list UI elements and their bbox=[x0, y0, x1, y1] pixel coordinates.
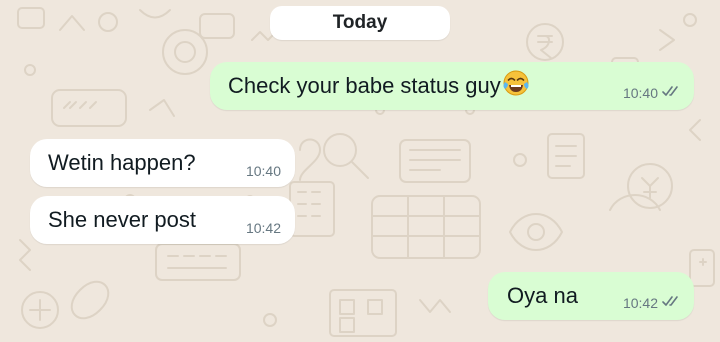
message-time: 10:42 bbox=[622, 295, 658, 311]
message-bubble-incoming[interactable]: She never post 10:42 bbox=[30, 196, 295, 244]
double-check-icon bbox=[662, 84, 680, 102]
message-time: 10:40 bbox=[622, 85, 658, 101]
message-text: Check your babe status guy bbox=[228, 73, 501, 98]
face-with-tears-of-joy-icon bbox=[503, 70, 529, 96]
message-meta: 10:40 bbox=[246, 163, 281, 179]
message-time: 10:40 bbox=[245, 163, 281, 179]
message-bubble-outgoing[interactable]: Check your babe status guy 10:40 bbox=[210, 62, 694, 110]
message-meta: 10:40 bbox=[623, 84, 680, 102]
message-text: Wetin happen? bbox=[48, 150, 196, 175]
chat-area[interactable]: Today Check your babe status guy 10:40 W… bbox=[0, 0, 720, 342]
message-meta: 10:42 bbox=[246, 220, 281, 236]
message-text: Oya na bbox=[507, 283, 578, 308]
message-time: 10:42 bbox=[245, 220, 281, 236]
message-bubble-incoming[interactable]: Wetin happen? 10:40 bbox=[30, 139, 295, 187]
message-bubble-outgoing[interactable]: Oya na 10:42 bbox=[488, 272, 694, 320]
date-separator: Today bbox=[270, 6, 450, 40]
double-check-icon bbox=[662, 294, 680, 312]
date-separator-label: Today bbox=[332, 12, 388, 33]
message-meta: 10:42 bbox=[623, 294, 680, 312]
message-text: She never post bbox=[48, 207, 196, 232]
